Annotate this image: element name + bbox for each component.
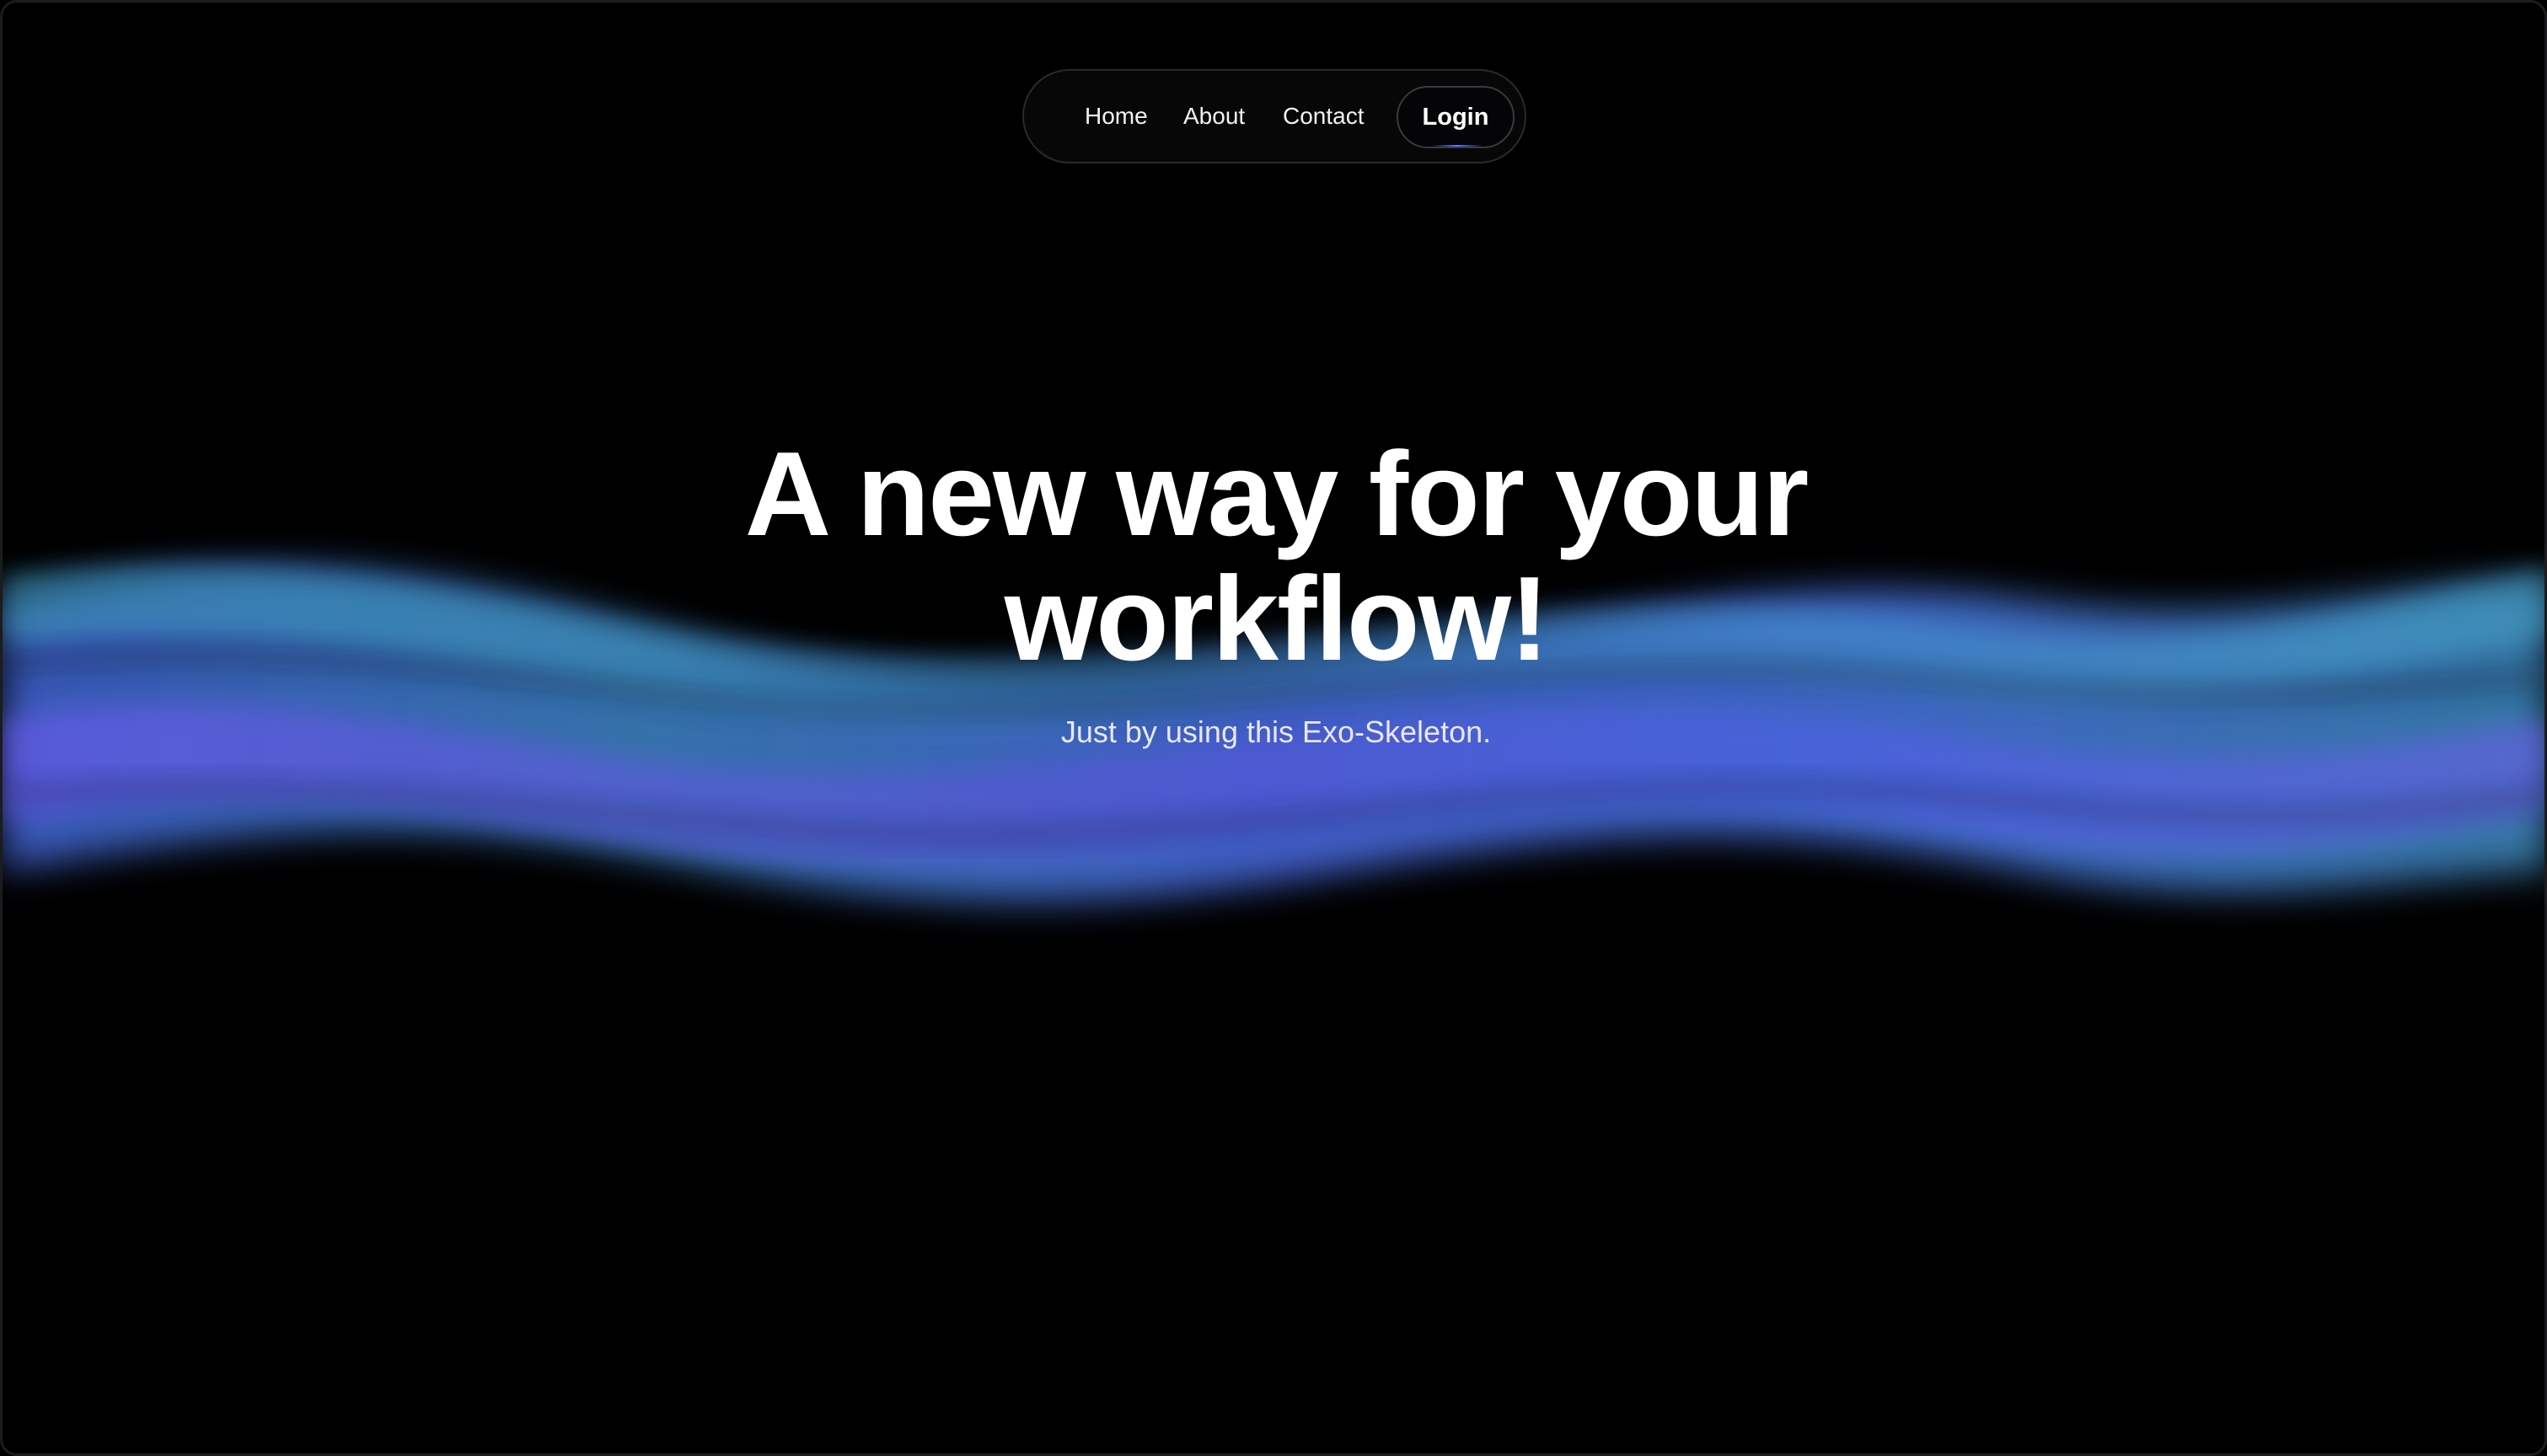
login-button-glow — [1432, 145, 1483, 147]
login-button[interactable]: Login — [1397, 86, 1515, 148]
hero-section: A new way for your workflow! Just by usi… — [3, 427, 2544, 749]
nav-link-about[interactable]: About — [1183, 104, 1245, 128]
login-button-label: Login — [1422, 103, 1489, 131]
nav-link-home[interactable]: Home — [1085, 104, 1148, 128]
nav-link-contact[interactable]: Contact — [1283, 104, 1365, 128]
top-navigation-bar: Home About Contact Login — [1022, 69, 1526, 163]
hero-subtitle: Just by using this Exo-Skeleton. — [1060, 715, 1492, 749]
hero-title: A new way for your workflow! — [744, 427, 1810, 686]
page-frame: Home About Contact Login A new way for y… — [0, 0, 2547, 1456]
